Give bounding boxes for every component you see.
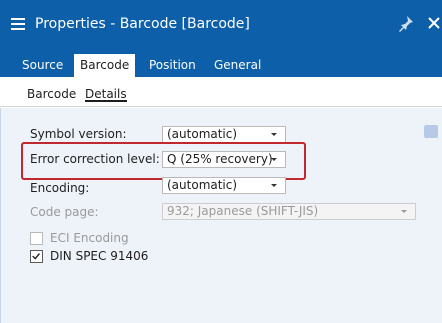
- din-spec-checkbox[interactable]: [30, 250, 43, 263]
- tab-bar: Source Barcode Position General: [0, 50, 442, 77]
- symbol-version-value: (automatic): [167, 127, 238, 141]
- symbol-version-select[interactable]: (automatic): [162, 126, 286, 143]
- help-icon[interactable]: [424, 125, 438, 138]
- tab-source[interactable]: Source: [16, 54, 69, 77]
- code-page-select[interactable]: 932; Japanese (SHIFT-JIS): [162, 203, 416, 220]
- chevron-down-icon: [401, 210, 407, 213]
- tab-general[interactable]: General: [208, 54, 267, 77]
- encoding-label: Encoding:: [30, 181, 90, 195]
- error-correction-select[interactable]: Q (25% recovery): [162, 151, 286, 168]
- checkmark-icon: [32, 253, 40, 260]
- symbol-version-label: Symbol version:: [30, 127, 127, 141]
- eci-encoding-label: ECI Encoding: [50, 231, 129, 245]
- error-correction-value: Q (25% recovery): [167, 152, 273, 166]
- close-icon[interactable]: [425, 14, 442, 32]
- subtab-details[interactable]: Details: [85, 86, 127, 102]
- encoding-value: (automatic): [167, 178, 238, 192]
- code-page-value: 932; Japanese (SHIFT-JIS): [167, 204, 319, 218]
- tab-barcode[interactable]: Barcode: [74, 54, 136, 77]
- error-correction-label: Error correction level:: [30, 152, 160, 166]
- title-bar: Properties - Barcode [Barcode]: [0, 0, 442, 50]
- chevron-down-icon: [271, 133, 277, 136]
- pin-icon[interactable]: [397, 14, 415, 32]
- tab-position[interactable]: Position: [143, 54, 202, 77]
- subtab-barcode[interactable]: Barcode: [27, 86, 76, 102]
- eci-encoding-checkbox[interactable]: [30, 232, 43, 245]
- window-title: Properties - Barcode [Barcode]: [35, 16, 250, 32]
- din-spec-label: DIN SPEC 91406: [50, 249, 149, 263]
- chevron-down-icon: [271, 158, 277, 161]
- chevron-down-icon: [271, 184, 277, 187]
- encoding-select[interactable]: (automatic): [162, 177, 286, 194]
- subtab-bar: Barcode Details: [0, 77, 442, 107]
- code-page-label: Code page:: [30, 205, 99, 219]
- hamburger-icon[interactable]: [11, 18, 25, 30]
